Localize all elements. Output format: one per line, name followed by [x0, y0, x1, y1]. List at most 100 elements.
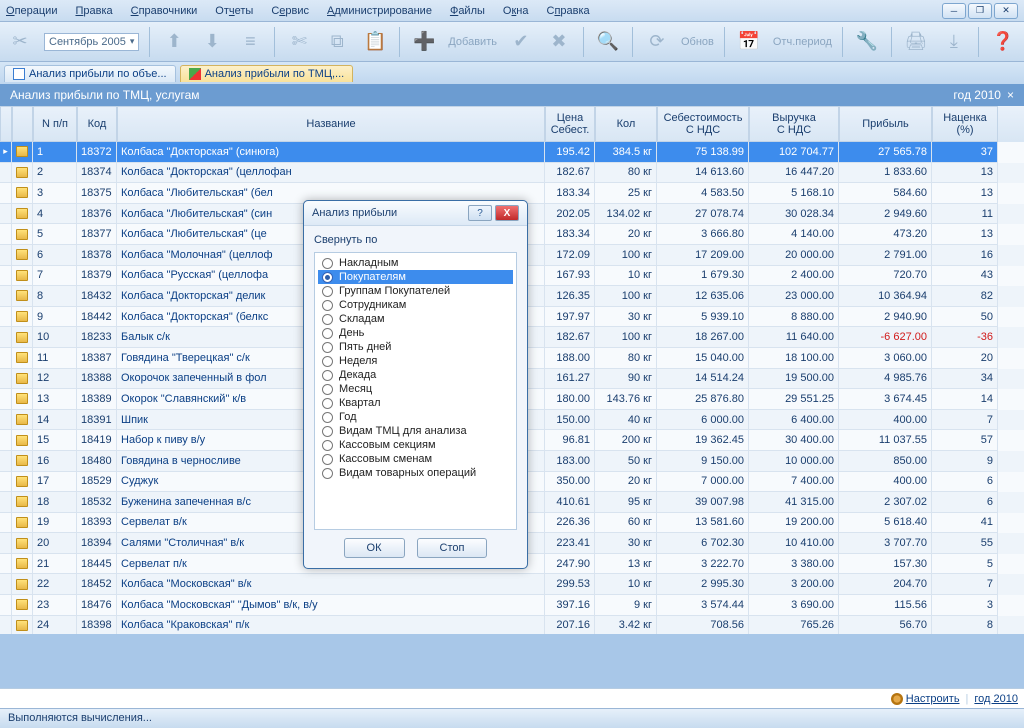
folder-icon[interactable]	[12, 163, 33, 184]
folder-icon[interactable]	[12, 513, 33, 534]
folder-icon[interactable]	[12, 430, 33, 451]
row-indicator	[0, 224, 12, 245]
radio-option[interactable]: Квартал	[318, 396, 513, 410]
folder-icon[interactable]	[12, 533, 33, 554]
radio-option[interactable]: Пять дней	[318, 340, 513, 354]
folder-icon[interactable]	[12, 554, 33, 575]
menu-item[interactable]: Файлы	[450, 5, 485, 17]
radio-option[interactable]: Неделя	[318, 354, 513, 368]
col-rev[interactable]: Выручка С НДС	[749, 106, 839, 142]
table-row[interactable]: 2218452Колбаса "Московская" в/к299.5310 …	[0, 574, 1024, 595]
period-link[interactable]: год 2010	[974, 693, 1018, 705]
radio-option[interactable]: Накладным	[318, 256, 513, 270]
col-np[interactable]: N п/п	[33, 106, 77, 142]
radio-label: Покупателям	[339, 271, 406, 283]
menu-item[interactable]: Администрирование	[327, 5, 432, 17]
radio-option[interactable]: Покупателям	[318, 270, 513, 284]
print-icon[interactable]: 🖨	[902, 28, 930, 56]
folder-icon[interactable]	[12, 224, 33, 245]
menu-item[interactable]: Сервис	[271, 5, 309, 17]
ok-button[interactable]: ОК	[344, 538, 405, 558]
radio-option[interactable]: Видам ТМЦ для анализа	[318, 424, 513, 438]
menu-item[interactable]: Правка	[75, 5, 112, 17]
col-code[interactable]: Код	[77, 106, 117, 142]
radio-panel[interactable]: НакладнымПокупателямГруппам ПокупателейС…	[314, 252, 517, 530]
radio-option[interactable]: День	[318, 326, 513, 340]
folder-icon[interactable]	[12, 472, 33, 493]
radio-option[interactable]: Декада	[318, 368, 513, 382]
menu-item[interactable]: Справка	[546, 5, 589, 17]
col-name[interactable]: Название	[117, 106, 545, 142]
period-select[interactable]: Сентябрь 2005	[44, 33, 139, 51]
folder-icon[interactable]	[12, 266, 33, 287]
menu-item[interactable]: Отчеты	[215, 5, 253, 17]
folder-icon[interactable]	[12, 327, 33, 348]
group-by-label: Свернуть по	[314, 234, 517, 246]
refresh-icon[interactable]: ⟳	[643, 28, 671, 56]
folder-icon[interactable]	[12, 451, 33, 472]
wrench-icon[interactable]: 🔧	[853, 28, 881, 56]
cell-profit: 5 618.40	[839, 513, 932, 534]
minimize-icon[interactable]: ─	[942, 3, 966, 19]
folder-icon[interactable]	[12, 348, 33, 369]
tools-icon[interactable]: ✂	[6, 28, 34, 56]
tab-profit-tmc[interactable]: Анализ прибыли по ТМЦ,...	[180, 65, 354, 82]
menu-item[interactable]: Окна	[503, 5, 529, 17]
dialog-close-icon[interactable]: X	[495, 205, 519, 221]
dialog-help-icon[interactable]: ?	[468, 205, 492, 221]
folder-icon[interactable]	[12, 492, 33, 513]
cell-np: 19	[33, 513, 77, 534]
table-row[interactable]: 2418398Колбаса "Краковская" п/к207.163.4…	[0, 616, 1024, 634]
search-icon[interactable]: 🔍	[594, 28, 622, 56]
restore-icon[interactable]: ❐	[968, 3, 992, 19]
radio-option[interactable]: Сотрудникам	[318, 298, 513, 312]
folder-icon[interactable]	[12, 616, 33, 634]
calendar-icon[interactable]: 📅	[735, 28, 763, 56]
sort-asc-icon[interactable]: ⬆	[160, 28, 188, 56]
close-icon[interactable]: ✕	[994, 3, 1018, 19]
sort-desc-icon[interactable]: ⬇	[198, 28, 226, 56]
copy-icon[interactable]: ⧉	[323, 28, 351, 56]
tab-profit-objects[interactable]: Анализ прибыли по объе...	[4, 65, 176, 82]
folder-icon[interactable]	[12, 389, 33, 410]
paste-icon[interactable]: 📋	[361, 28, 389, 56]
folder-icon[interactable]	[12, 369, 33, 390]
col-margin[interactable]: Наценка (%)	[932, 106, 998, 142]
outline-icon[interactable]: ≡	[236, 28, 264, 56]
radio-option[interactable]: Складам	[318, 312, 513, 326]
folder-icon[interactable]	[12, 142, 33, 163]
radio-option[interactable]: Видам товарных операций	[318, 466, 513, 480]
folder-icon[interactable]	[12, 245, 33, 266]
export-icon[interactable]: ⤓	[940, 28, 968, 56]
cell-code: 18388	[77, 369, 117, 390]
add-icon[interactable]: ➕	[410, 28, 438, 56]
folder-icon[interactable]	[12, 204, 33, 225]
radio-option[interactable]: Год	[318, 410, 513, 424]
col-price[interactable]: Цена Себест.	[545, 106, 595, 142]
col-cost[interactable]: Себестоимость С НДС	[657, 106, 749, 142]
menu-item[interactable]: Операции	[6, 5, 57, 17]
table-row[interactable]: 2318476Колбаса "Московская" "Дымов" в/к,…	[0, 595, 1024, 616]
radio-option[interactable]: Месяц	[318, 382, 513, 396]
cut-icon[interactable]: ✄	[285, 28, 313, 56]
delete-icon[interactable]: ✖	[545, 28, 573, 56]
folder-icon[interactable]	[12, 286, 33, 307]
table-row[interactable]: 218374Колбаса "Докторская" (целлофан182.…	[0, 163, 1024, 184]
folder-icon[interactable]	[12, 183, 33, 204]
col-profit[interactable]: Прибыль	[839, 106, 932, 142]
radio-option[interactable]: Кассовым сменам	[318, 452, 513, 466]
folder-icon[interactable]	[12, 307, 33, 328]
radio-option[interactable]: Группам Покупателей	[318, 284, 513, 298]
check-icon[interactable]: ✔	[507, 28, 535, 56]
configure-link[interactable]: Настроить	[906, 693, 960, 705]
radio-option[interactable]: Кассовым секциям	[318, 438, 513, 452]
folder-icon[interactable]	[12, 574, 33, 595]
help-icon[interactable]: ❓	[989, 28, 1017, 56]
table-row[interactable]: ▸118372Колбаса "Докторская" (синюга)195.…	[0, 142, 1024, 163]
col-qty[interactable]: Кол	[595, 106, 657, 142]
stop-button[interactable]: Стоп	[417, 538, 488, 558]
close-doc-icon[interactable]: ×	[1007, 88, 1014, 102]
folder-icon[interactable]	[12, 410, 33, 431]
folder-icon[interactable]	[12, 595, 33, 616]
menu-item[interactable]: Справочники	[131, 5, 198, 17]
